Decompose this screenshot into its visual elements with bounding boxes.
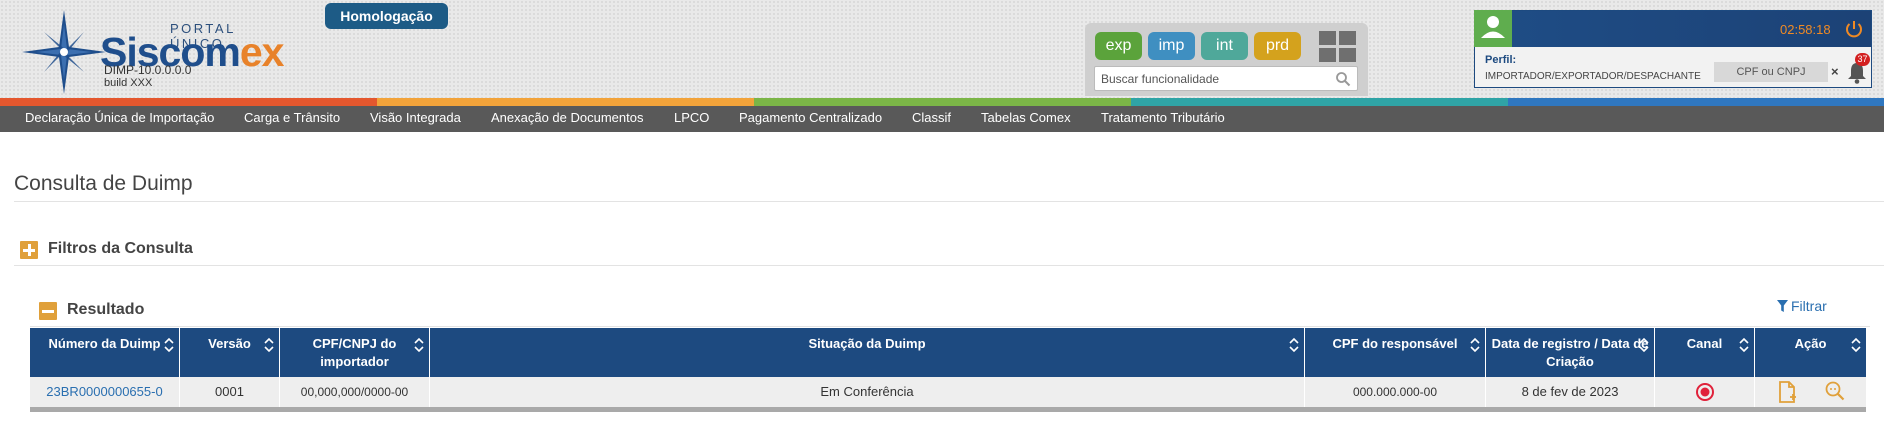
search-icon[interactable] <box>1335 71 1351 87</box>
search-input[interactable] <box>1095 67 1325 90</box>
cell-situacao: Em Conferência <box>430 377 1305 407</box>
notification-badge: 37 <box>1855 53 1870 66</box>
sort-icon[interactable] <box>414 337 424 353</box>
col-versao[interactable]: Versão <box>180 328 280 377</box>
siscomex-logo[interactable]: PORTAL ÚNICO Siscomex DIMP-10.0.0.0.0 bu… <box>22 8 284 94</box>
stripe-red <box>0 98 377 106</box>
environment-badge: Homologação <box>325 3 448 29</box>
nav-item-pagamento[interactable]: Pagamento Centralizado <box>739 106 882 132</box>
cell-canal <box>1655 377 1755 407</box>
sort-icon[interactable] <box>264 337 274 353</box>
filter-icon <box>1777 300 1788 312</box>
perfil-label: Perfil: <box>1485 54 1517 66</box>
module-exp-button[interactable]: exp <box>1095 32 1142 60</box>
version-text: DIMP-10.0.0.0.0 <box>104 63 192 77</box>
nav-item-carga-transito[interactable]: Carga e Trânsito <box>244 106 340 132</box>
stripe-teal <box>1131 98 1508 106</box>
clear-cpf-button[interactable]: × <box>1831 64 1839 79</box>
module-imp-button[interactable]: imp <box>1148 32 1195 60</box>
user-panel: 02:58:18 Perfil: IMPORTADOR/EXPORTADOR/D… <box>1474 10 1872 88</box>
cpf-cnpj-field[interactable]: CPF ou CNPJ <box>1714 62 1828 82</box>
collapse-icon[interactable] <box>39 302 57 320</box>
col-acao[interactable]: Ação <box>1755 328 1866 377</box>
result-section-header[interactable]: Resultado <box>39 301 339 323</box>
stripe-orange <box>377 98 754 106</box>
col-label-line2: Criação <box>1546 354 1594 369</box>
col-label-line1: Data de registro / Data de <box>1491 336 1649 351</box>
col-label-line1: CPF/CNPJ do <box>312 336 397 351</box>
user-icon <box>1481 16 1505 38</box>
nav-item-visao-integrada[interactable]: Visão Integrada <box>370 106 461 132</box>
cell-data: 8 de fev de 2023 <box>1486 377 1655 407</box>
nav-item-duimp[interactable]: Declaração Única de Importação <box>25 106 214 132</box>
perfil-value: IMPORTADOR/EXPORTADOR/DESPACHANTE <box>1485 71 1701 82</box>
avatar[interactable] <box>1474 10 1512 47</box>
cell-cpf-cnpj: 00,000,000/0000-00 <box>280 377 430 407</box>
col-label-line1: Ação <box>1794 336 1827 351</box>
nav-item-tabelas-comex[interactable]: Tabelas Comex <box>981 106 1071 132</box>
module-prd-button[interactable]: prd <box>1254 32 1301 60</box>
stripe-blue <box>1508 98 1884 106</box>
wordmark-accent: ex <box>239 29 285 75</box>
filters-section-header[interactable]: Filtros da Consulta <box>20 240 320 262</box>
title-divider <box>14 201 1884 202</box>
search-box <box>1094 66 1358 91</box>
zoom-details-icon[interactable] <box>1824 380 1846 402</box>
sort-icon[interactable] <box>1851 337 1861 353</box>
main-navbar: Declaração Única de Importação Carga e T… <box>0 106 1884 132</box>
result-section-label: Resultado <box>67 301 145 318</box>
sort-icon[interactable] <box>1289 337 1299 353</box>
nav-item-classif[interactable]: Classif <box>912 106 951 132</box>
canal-red-icon <box>1695 383 1714 401</box>
module-switcher: exp imp int prd <box>1085 23 1368 96</box>
cell-versao: 0001 <box>180 377 280 407</box>
sort-icon[interactable] <box>1739 337 1749 353</box>
duimp-number-link[interactable]: 23BR0000000655-0 <box>30 377 180 407</box>
site-header: PORTAL ÚNICO Siscomex DIMP-10.0.0.0.0 bu… <box>0 0 1884 98</box>
sort-icon[interactable] <box>1639 337 1649 353</box>
cell-acao <box>1755 377 1866 407</box>
filters-divider <box>14 265 1884 266</box>
sort-icon[interactable] <box>164 337 174 353</box>
color-stripes <box>0 98 1884 106</box>
col-data-registro[interactable]: Data de registro / Data de Criação <box>1486 328 1655 377</box>
table-scroll-bar[interactable] <box>30 407 1866 412</box>
user-bar: 02:58:18 <box>1474 10 1871 47</box>
nav-item-lpco[interactable]: LPCO <box>674 106 709 132</box>
page-title: Consulta de Duimp <box>14 172 193 195</box>
col-numero-duimp[interactable]: Número da Duimp <box>30 328 180 377</box>
col-label-line1: CPF do responsável <box>1332 336 1458 351</box>
col-label-line2: importador <box>320 354 389 369</box>
col-label-line1: Número da Duimp <box>48 336 161 351</box>
col-canal[interactable]: Canal <box>1655 328 1755 377</box>
compass-star-icon <box>22 10 106 94</box>
col-cpf-responsavel[interactable]: CPF do responsável <box>1305 328 1486 377</box>
build-text: build XXX <box>104 77 153 89</box>
result-divider <box>30 326 1870 327</box>
session-timer: 02:58:18 <box>1780 22 1831 37</box>
col-situacao[interactable]: Situação da Duimp <box>430 328 1305 377</box>
power-icon[interactable] <box>1843 18 1865 40</box>
filters-section-label: Filtros da Consulta <box>48 240 193 257</box>
expand-icon[interactable] <box>20 241 38 259</box>
module-int-button[interactable]: int <box>1201 32 1248 60</box>
sort-icon[interactable] <box>1470 337 1480 353</box>
col-cpf-cnpj-importador[interactable]: CPF/CNPJ do importador <box>280 328 430 377</box>
stripe-green <box>754 98 1131 106</box>
grid-menu-icon[interactable] <box>1319 31 1357 63</box>
filtrar-link[interactable]: Filtrar <box>1777 298 1827 314</box>
table-row: 23BR0000000655-0 0001 00,000,000/0000-00… <box>30 377 1866 407</box>
table-header: Número da Duimp Versão CPF/CNPJ do impor… <box>30 328 1866 377</box>
col-label-line1: Situação da Duimp <box>808 336 926 351</box>
document-icon[interactable] <box>1775 380 1799 404</box>
filtrar-label: Filtrar <box>1791 298 1827 314</box>
nav-item-anexacao[interactable]: Anexação de Documentos <box>491 106 643 132</box>
cell-cpf-responsavel: 000.000.000-00 <box>1305 377 1486 407</box>
nav-item-tratamento[interactable]: Tratamento Tributário <box>1101 106 1225 132</box>
